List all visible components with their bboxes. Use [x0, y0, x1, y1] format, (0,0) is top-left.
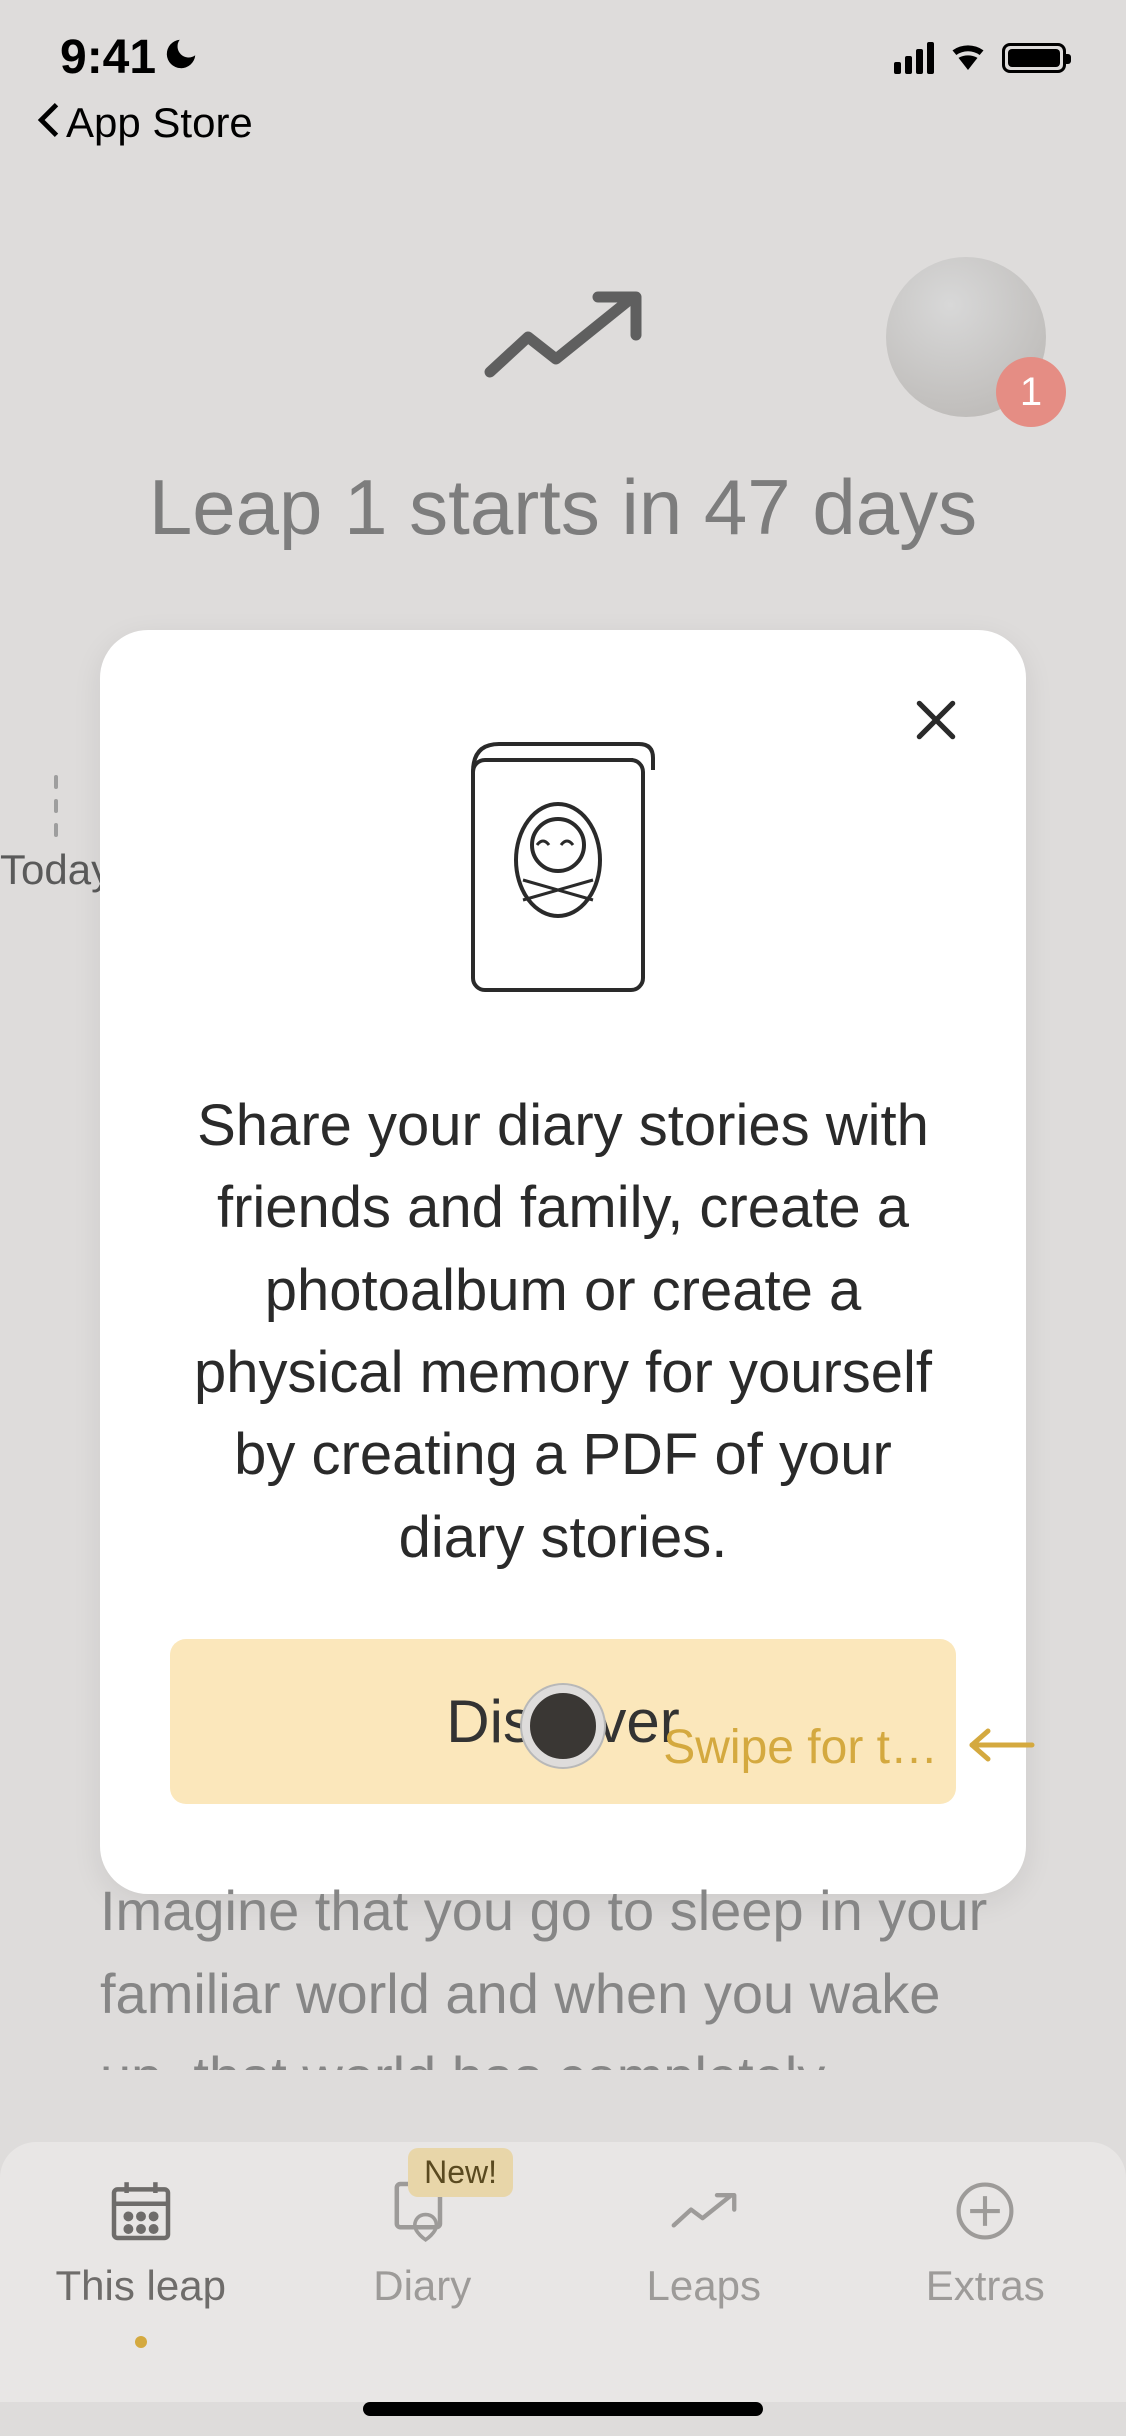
arrow-left-icon [966, 1720, 1036, 1775]
modal-description: Share your diary stories with friends an… [170, 1065, 956, 1639]
battery-icon [1002, 43, 1066, 73]
tab-diary[interactable]: New! Diary [282, 2178, 564, 2310]
wifi-icon [948, 40, 988, 75]
notification-badge: 1 [996, 357, 1066, 427]
swipe-hint-label: Swipe for t… [663, 1720, 938, 1775]
tab-label: Leaps [647, 2262, 761, 2310]
tab-leaps[interactable]: Leaps [563, 2178, 845, 2310]
profile-avatar[interactable]: 1 [886, 257, 1046, 417]
tab-extras[interactable]: Extras [845, 2178, 1126, 2310]
leap-header: 1 Leap 1 starts in 47 days [0, 287, 1126, 553]
new-badge: New! [408, 2148, 513, 2197]
time-text: 9:41 [60, 30, 156, 85]
moon-icon [162, 30, 200, 85]
leap-description: Imagine that you go to sleep in your fam… [100, 1870, 1026, 2070]
cellular-icon [894, 42, 934, 74]
active-tab-dot [135, 2336, 147, 2348]
tab-label: Diary [373, 2262, 471, 2310]
trend-icon [668, 2178, 740, 2244]
page-title: Leap 1 starts in 47 days [69, 432, 1057, 553]
today-label: Today [0, 846, 112, 894]
tab-bar-container: This leap New! Diary Leaps [0, 2142, 1126, 2436]
badge-count: 1 [1020, 370, 1042, 415]
tab-bar: This leap New! Diary Leaps [0, 2142, 1126, 2402]
back-label: App Store [66, 99, 253, 147]
calendar-icon [105, 2178, 177, 2244]
close-button[interactable] [906, 690, 966, 750]
trend-up-icon [478, 287, 648, 392]
swipe-hint[interactable]: Swipe for t… [663, 1720, 1036, 1775]
today-marker: Today [0, 770, 112, 894]
status-icons [894, 40, 1066, 75]
tab-this-leap[interactable]: This leap [0, 2178, 282, 2348]
home-indicator-area [0, 2402, 1126, 2436]
status-time: 9:41 [60, 30, 200, 85]
status-left: 9:41 [60, 30, 200, 85]
chevron-left-icon [36, 99, 60, 147]
tab-label: Extras [926, 2262, 1045, 2310]
back-to-app-store[interactable]: App Store [0, 93, 1126, 147]
diary-book-icon [463, 730, 663, 1005]
plus-circle-icon [952, 2178, 1018, 2244]
home-indicator[interactable] [363, 2402, 763, 2416]
tab-label: This leap [56, 2262, 226, 2310]
status-bar: 9:41 [0, 0, 1126, 93]
page-indicator-dot[interactable] [522, 1685, 604, 1767]
